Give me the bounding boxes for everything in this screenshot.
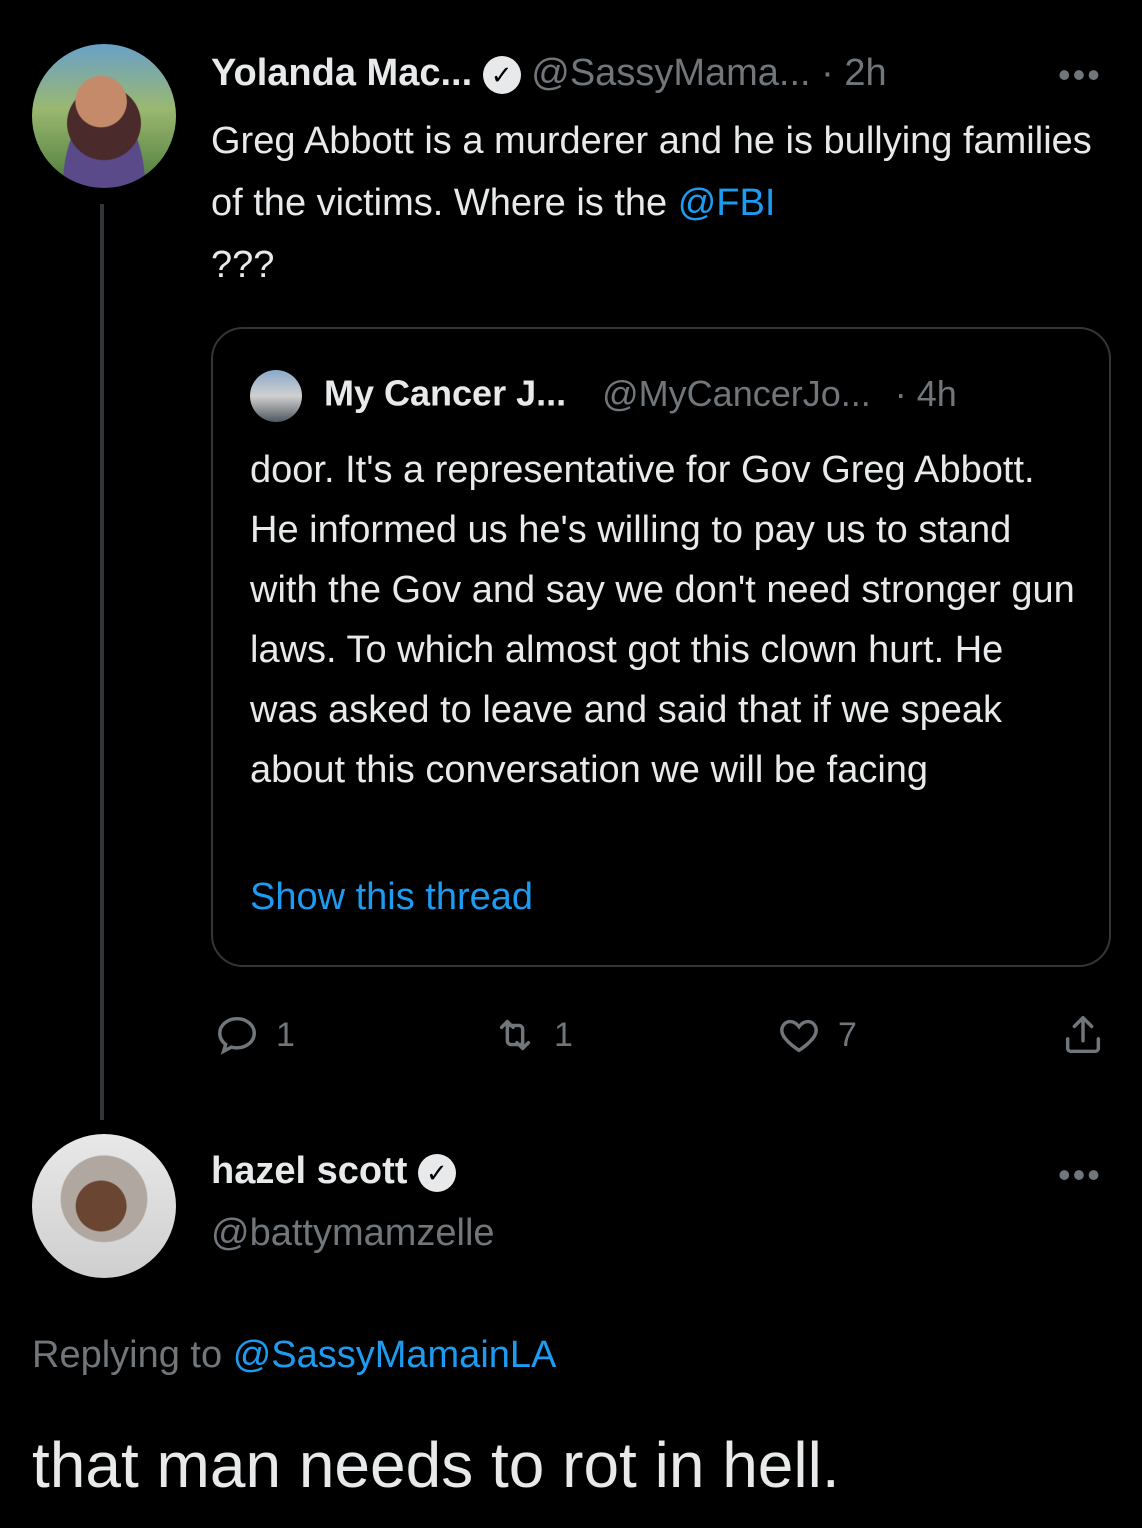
share-button[interactable] (1060, 1012, 1106, 1058)
tweet-header: Yolanda Mac... ✓ @SassyMama... · 2h (211, 52, 887, 95)
retweet-count: 1 (554, 1015, 573, 1054)
like-button[interactable]: 7 (776, 1012, 857, 1058)
quoted-tweet-text: door. It's a representative for Gov Greg… (250, 449, 1075, 791)
quoted-author-name: My Cancer J... (324, 372, 567, 414)
tweet-text-tail: ??? (211, 244, 275, 286)
reply-header: hazel scott ✓ (211, 1150, 456, 1193)
heart-icon (780, 1019, 818, 1053)
more-options-icon[interactable]: ••• (1058, 54, 1102, 96)
author-name[interactable]: Yolanda Mac... (211, 52, 472, 94)
share-icon (1065, 1016, 1101, 1054)
quoted-tweet-header: My Cancer J... @MyCancerJo... · 4h (250, 370, 957, 422)
show-thread-link[interactable]: Show this thread (250, 876, 533, 919)
reply-count: 1 (276, 1015, 295, 1054)
author-avatar[interactable] (32, 44, 176, 188)
reply-more-options-icon[interactable]: ••• (1058, 1154, 1102, 1196)
tweet-time[interactable]: · 2h (821, 52, 886, 94)
reply-text: that man needs to rot in hell. (32, 1429, 840, 1501)
quoted-author-handle: @MyCancerJo... (602, 372, 871, 414)
verified-badge-icon: ✓ (482, 55, 521, 94)
thread-connector-line (100, 204, 104, 1120)
replying-to-prefix: Replying to (32, 1334, 223, 1376)
replying-to-handle[interactable]: @SassyMamainLA (233, 1334, 557, 1376)
mention-link[interactable]: @FBI (678, 182, 776, 224)
reply-author-handle[interactable]: @battymamzelle (211, 1212, 495, 1255)
reply-button[interactable]: 1 (214, 1012, 295, 1058)
replying-to-line: Replying to @SassyMamainLA (32, 1334, 556, 1377)
quoted-tweet-time: · 4h (894, 372, 957, 414)
author-handle[interactable]: @SassyMama... (531, 52, 810, 94)
reply-author-name[interactable]: hazel scott (211, 1150, 407, 1192)
retweet-icon (499, 1019, 531, 1051)
reply-icon (218, 1016, 256, 1055)
reply-author-avatar[interactable] (32, 1134, 176, 1278)
like-count: 7 (838, 1015, 857, 1054)
tweet-text: Greg Abbott is a murderer and he is bull… (211, 110, 1101, 296)
verified-badge-icon: ✓ (417, 1153, 456, 1192)
tweet-text-body: Greg Abbott is a murderer and he is bull… (211, 120, 1092, 224)
retweet-button[interactable]: 1 (492, 1012, 573, 1058)
quoted-author-avatar (250, 370, 302, 422)
